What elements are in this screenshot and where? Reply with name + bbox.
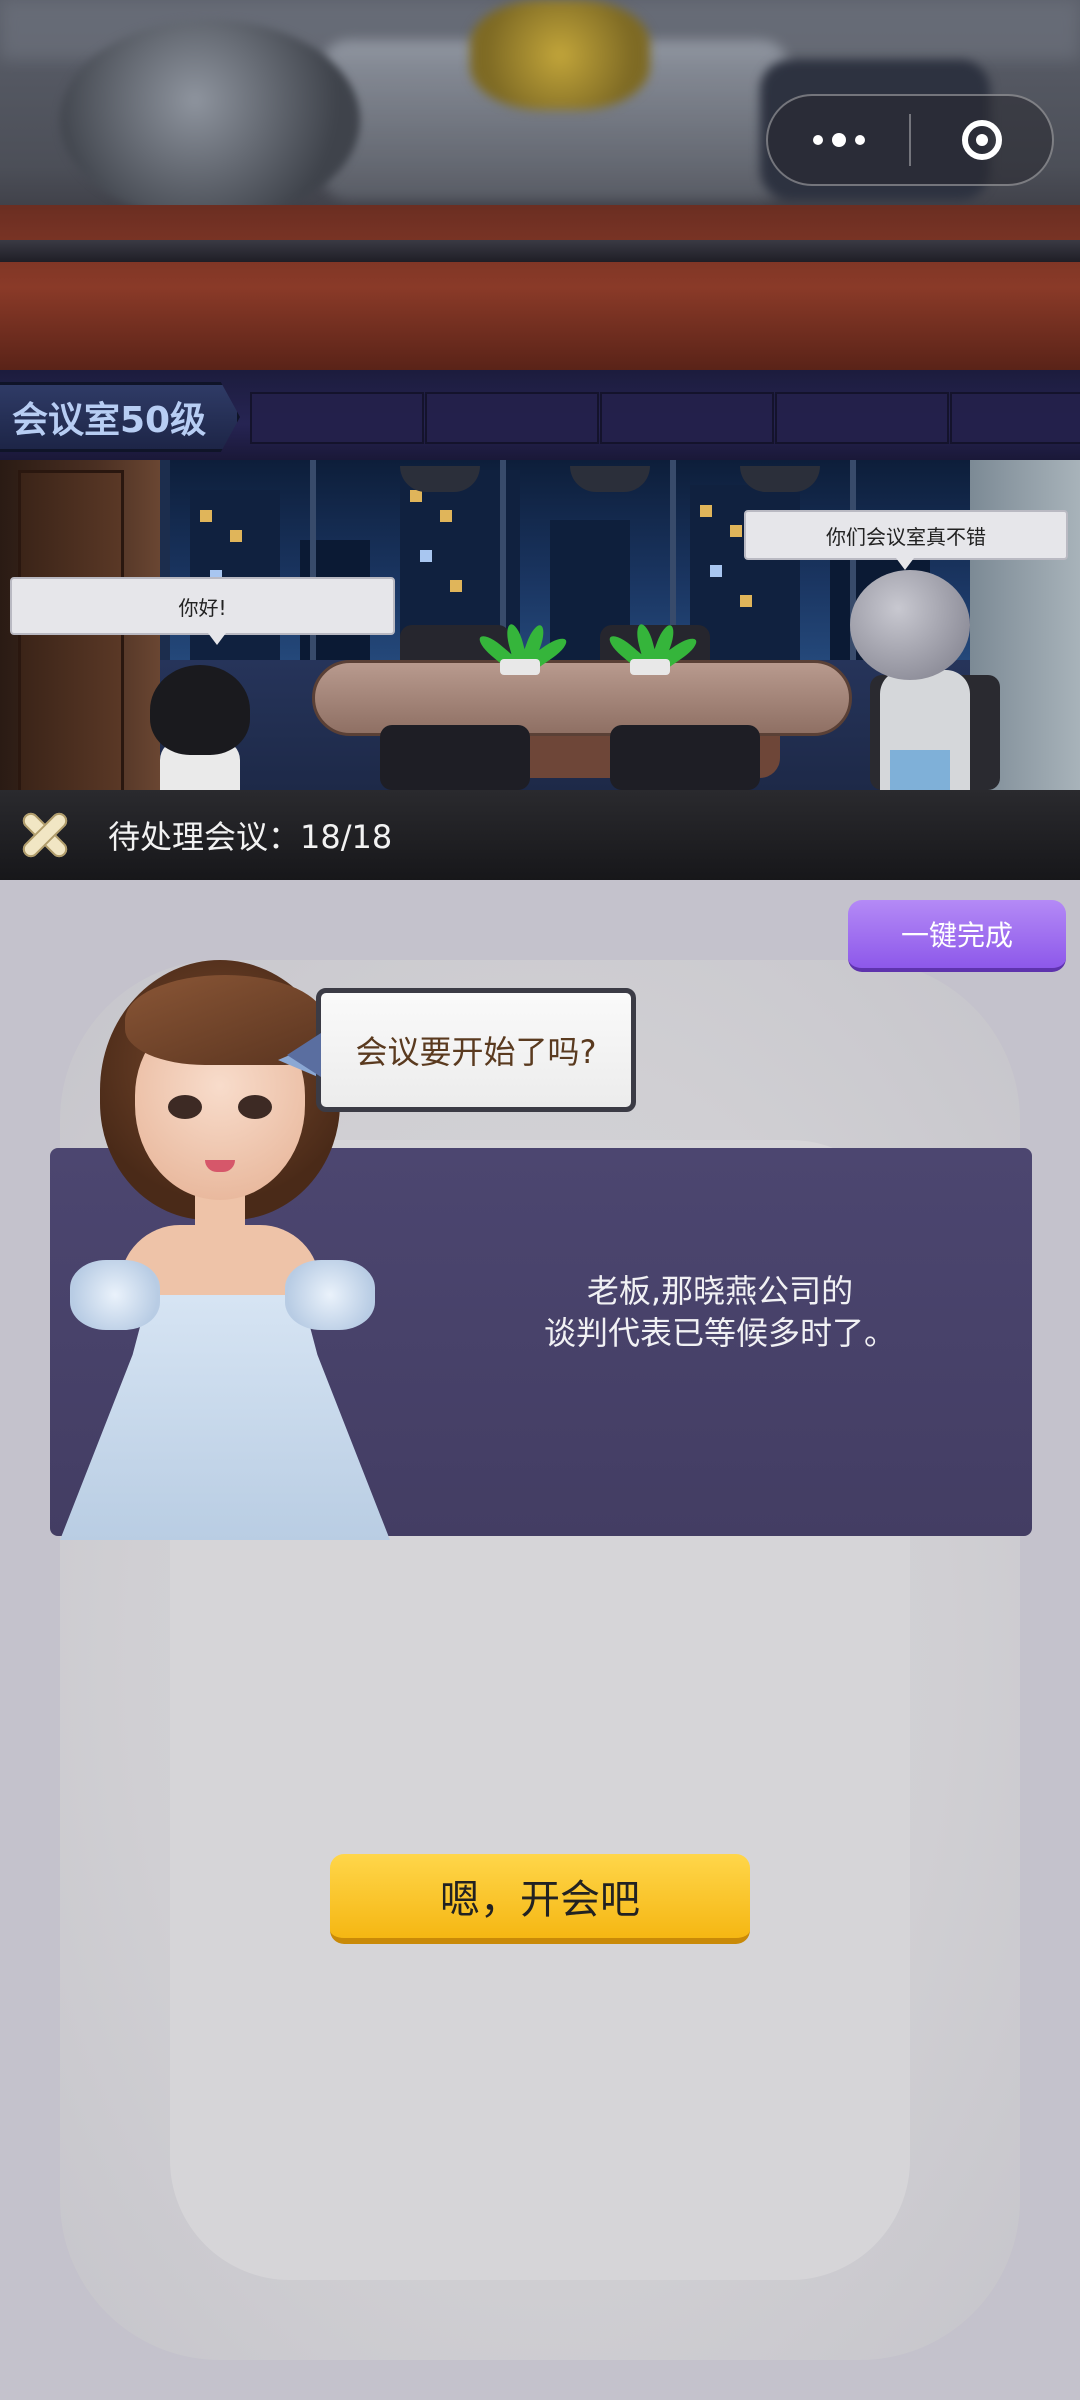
- exit-button[interactable]: [911, 96, 1052, 184]
- one-click-complete-button[interactable]: 一键完成: [848, 900, 1066, 972]
- strip-cell: [775, 392, 949, 444]
- strip-cell: [250, 392, 424, 444]
- start-meeting-button[interactable]: 嗯，开会吧: [330, 1854, 750, 1944]
- strip-cell: [950, 392, 1080, 444]
- mini-program-capsule: [766, 94, 1054, 186]
- plant: [475, 622, 570, 675]
- more-dots-icon: [812, 133, 865, 147]
- close-x-icon[interactable]: [18, 808, 72, 862]
- scene-floor: [0, 205, 1080, 370]
- dialog-line: 谈判代表已等候多时了。: [543, 1314, 896, 1352]
- strip-cell: [600, 392, 774, 444]
- guest-character-head: [150, 665, 250, 755]
- visitor-character-head: [850, 570, 970, 680]
- more-button[interactable]: [768, 96, 909, 184]
- speech-bubble-hello: 你好!: [10, 577, 395, 645]
- strip-cell: [425, 392, 599, 444]
- visitor-character-legs: [890, 750, 950, 790]
- dialog-text: 老板,那晓燕公司的 谈判代表已等候多时了。: [490, 1270, 950, 1354]
- question-bubble: 会议要开始了吗?: [287, 988, 636, 1112]
- target-circle-icon: [961, 120, 1002, 160]
- scene-globe: [60, 20, 360, 220]
- scene-divider: [0, 240, 1080, 262]
- scene-figure: [470, 0, 650, 110]
- pending-meetings-count: 待处理会议：18/18: [108, 818, 393, 856]
- room-level-label: 会议室50级: [0, 382, 240, 452]
- chair: [380, 725, 530, 790]
- speech-bubble-compliment: 你们会议室真不错: [744, 510, 1068, 570]
- chair: [610, 725, 760, 790]
- dialog-line: 老板,那晓燕公司的: [586, 1272, 854, 1310]
- plant: [605, 622, 700, 675]
- meeting-header-bar: 待处理会议：18/18: [0, 790, 1080, 880]
